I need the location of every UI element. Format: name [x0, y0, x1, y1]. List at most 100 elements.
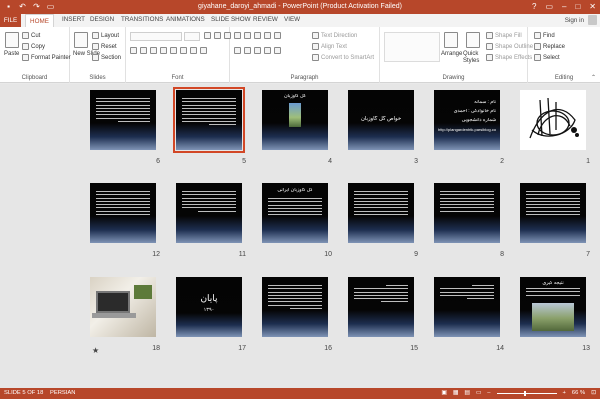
- tab-slide-show[interactable]: SLIDE SHOW: [211, 16, 251, 23]
- line-spacing-icon[interactable]: [274, 32, 281, 39]
- text-direction-button[interactable]: Text Direction: [312, 32, 357, 39]
- slide-thumbnail-4[interactable]: گل گاوزبان: [262, 90, 328, 150]
- select-button[interactable]: Select: [534, 54, 560, 61]
- align-left-icon[interactable]: [234, 47, 241, 54]
- zoom-slider-thumb[interactable]: [523, 390, 526, 396]
- find-button[interactable]: Find: [534, 32, 555, 39]
- tab-design[interactable]: DESIGN: [90, 16, 114, 23]
- quick-styles-button[interactable]: Quick Styles: [463, 51, 483, 65]
- slide-thumbnail-10[interactable]: گل گاوزبان ایرانی: [262, 183, 328, 243]
- arrange-icon[interactable]: [444, 32, 458, 48]
- language-indicator[interactable]: PERSIAN: [50, 390, 75, 396]
- slide-number: 15: [410, 345, 418, 352]
- italic-icon[interactable]: [140, 47, 147, 54]
- shape-outline-button[interactable]: Shape Outline: [486, 43, 533, 50]
- convert-smartart-label: Convert to SmartArt: [321, 54, 375, 61]
- slide-thumbnail-12[interactable]: [90, 183, 156, 243]
- slideshow-icon[interactable]: ▭: [476, 390, 481, 396]
- tab-insert[interactable]: INSERT: [62, 16, 85, 23]
- scissors-icon: [22, 32, 29, 39]
- underline-icon[interactable]: [150, 47, 157, 54]
- tab-home[interactable]: HOME: [25, 14, 54, 27]
- change-case-icon[interactable]: [190, 47, 197, 54]
- slide-thumbnail-1[interactable]: [520, 90, 586, 150]
- avatar[interactable]: [588, 15, 597, 25]
- tab-file[interactable]: FILE: [0, 14, 21, 27]
- slide-thumbnail-14[interactable]: [434, 277, 500, 337]
- slide-thumbnail-16[interactable]: [262, 277, 328, 337]
- cut-button[interactable]: Cut: [22, 32, 40, 39]
- zoom-slider[interactable]: [496, 390, 557, 396]
- bullets-icon[interactable]: [234, 32, 241, 39]
- slide-thumbnail-17[interactable]: پایان ۱۳۹۰: [176, 277, 242, 337]
- format-painter-button[interactable]: Format Painter: [22, 54, 71, 61]
- copy-button[interactable]: Copy: [22, 43, 45, 50]
- slide-thumbnail-15[interactable]: [348, 277, 414, 337]
- shape-fill-button[interactable]: Shape Fill: [486, 32, 522, 39]
- slide-thumbnail-7[interactable]: [520, 183, 586, 243]
- align-text-button[interactable]: Align Text: [312, 43, 347, 50]
- tab-review[interactable]: REVIEW: [253, 16, 278, 23]
- zoom-level[interactable]: 66 %: [572, 390, 585, 396]
- zoom-out-icon[interactable]: –: [487, 390, 490, 396]
- decrease-indent-icon[interactable]: [254, 32, 261, 39]
- slide-thumbnail-11[interactable]: [176, 183, 242, 243]
- fit-slide-icon[interactable]: ⊡: [591, 390, 596, 396]
- slide-sorter-icon[interactable]: ▦: [453, 390, 458, 396]
- shadow-icon[interactable]: [170, 47, 177, 54]
- tab-animations[interactable]: ANIMATIONS: [166, 16, 205, 23]
- columns-icon[interactable]: [274, 47, 281, 54]
- slide-thumbnail-8[interactable]: [434, 183, 500, 243]
- align-center-icon[interactable]: [244, 47, 251, 54]
- paste-button[interactable]: Paste: [4, 51, 19, 57]
- bold-icon[interactable]: [130, 47, 137, 54]
- slide-thumbnail-6[interactable]: [90, 90, 156, 150]
- reading-view-icon[interactable]: ▤: [464, 390, 469, 396]
- quick-styles-icon[interactable]: [466, 32, 480, 48]
- slide-text-line: شماره دانشجویی: [461, 118, 496, 123]
- ribbon-tabs: FILE HOME INSERT DESIGN TRANSITIONS ANIM…: [0, 14, 600, 27]
- grow-font-icon[interactable]: [204, 32, 211, 39]
- slide-thumbnail-2[interactable]: نام : سمانه نام خانوادگی : احمدی شماره د…: [434, 90, 500, 150]
- justify-icon[interactable]: [264, 47, 271, 54]
- font-size-box[interactable]: [184, 32, 200, 41]
- convert-smartart-button[interactable]: Convert to SmartArt: [312, 54, 374, 61]
- shrink-font-icon[interactable]: [214, 32, 221, 39]
- replace-button[interactable]: Replace: [534, 43, 565, 50]
- layout-button[interactable]: Layout: [92, 32, 119, 39]
- section-button[interactable]: Section: [92, 54, 121, 61]
- paste-icon[interactable]: [5, 32, 19, 48]
- tab-transitions[interactable]: TRANSITIONS: [121, 16, 163, 23]
- maximize-button[interactable]: □: [575, 2, 580, 11]
- calligraphy-image: [529, 97, 579, 139]
- reset-button[interactable]: Reset: [92, 43, 117, 50]
- slide-number: 4: [328, 158, 332, 165]
- char-spacing-icon[interactable]: [180, 47, 187, 54]
- new-slide-icon[interactable]: [74, 32, 88, 48]
- ribbon-display-icon[interactable]: ▭: [545, 2, 553, 11]
- shape-effects-button[interactable]: Shape Effects: [486, 54, 532, 61]
- minimize-button[interactable]: –: [562, 2, 566, 11]
- shapes-gallery[interactable]: [384, 32, 440, 62]
- numbering-icon[interactable]: [244, 32, 251, 39]
- zoom-in-icon[interactable]: +: [563, 390, 566, 396]
- slide-thumbnail-3[interactable]: خواص گل گاوزبان: [348, 90, 414, 150]
- slide-thumbnail-18[interactable]: [90, 277, 156, 337]
- font-color-icon[interactable]: [200, 47, 207, 54]
- close-button[interactable]: ✕: [589, 2, 596, 11]
- font-name-box[interactable]: [130, 32, 182, 41]
- find-label: Find: [543, 32, 555, 39]
- slide-thumbnail-13[interactable]: نتیجه گیری: [520, 277, 586, 337]
- strikethrough-icon[interactable]: [160, 47, 167, 54]
- slide-subtitle: ۱۳۹۰: [203, 307, 215, 313]
- slide-thumbnail-5[interactable]: [173, 87, 245, 153]
- increase-indent-icon[interactable]: [264, 32, 271, 39]
- slide-thumbnail-9[interactable]: [348, 183, 414, 243]
- align-right-icon[interactable]: [254, 47, 261, 54]
- tab-view[interactable]: VIEW: [284, 16, 300, 23]
- help-icon[interactable]: ?: [532, 2, 536, 11]
- collapse-ribbon-icon[interactable]: ⌃: [591, 74, 596, 81]
- arrange-button[interactable]: Arrange: [441, 51, 462, 57]
- sign-in-link[interactable]: Sign in: [565, 17, 584, 24]
- normal-view-icon[interactable]: ▣: [441, 390, 446, 396]
